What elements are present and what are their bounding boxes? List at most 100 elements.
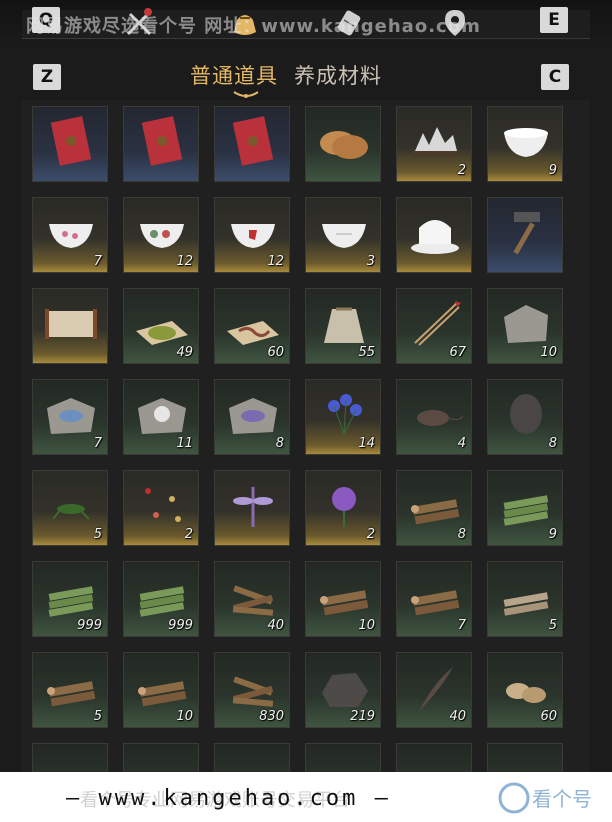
item-quantity: 5 [93,527,102,542]
wood-logs-icon [314,570,374,622]
painting-scroll-icon [41,297,101,349]
grasshopper-icon [41,479,101,531]
inventory-slot[interactable]: 11 [123,379,199,455]
inventory-slot[interactable] [487,197,563,273]
pouch-icon[interactable] [228,6,262,40]
tab-common-items[interactable]: 普通道具 [190,60,278,90]
inventory-slot[interactable]: 60 [487,652,563,728]
inventory-slot[interactable]: 60 [214,288,290,364]
hotkey-z[interactable]: Z [33,64,61,90]
hotkey-q[interactable]: Q [32,7,60,33]
inventory-slot[interactable]: 999 [123,561,199,637]
red-envelope-icon [132,115,192,167]
purple-flower-icon [314,479,374,531]
inventory-slot[interactable]: 3 [305,197,381,273]
inventory-slot[interactable]: 10 [487,288,563,364]
item-quantity: 9 [548,163,557,178]
inventory-slot[interactable] [396,197,472,273]
inventory-slot[interactable]: 4 [396,379,472,455]
item-quantity: 14 [358,436,375,451]
item-quantity: 2 [457,163,466,178]
inventory-slot[interactable] [123,106,199,182]
inventory-slot[interactable]: 67 [396,288,472,364]
inventory-slot[interactable]: 10 [123,652,199,728]
dark-egg-icon [496,388,556,440]
item-quantity: 4 [457,436,466,451]
item-quantity: 5 [548,618,557,633]
item-quantity: 999 [77,618,102,633]
inventory-slot[interactable] [305,106,381,182]
item-quantity: 3 [366,254,375,269]
footer-url: — www.kangehao.com — [66,786,391,811]
inventory-slot[interactable]: 2 [305,470,381,546]
item-quantity: 12 [176,254,193,269]
map-pin-icon[interactable] [438,6,472,40]
inventory-slot[interactable]: 2 [123,470,199,546]
inventory-slot[interactable] [32,288,108,364]
porcelain-bowl-icon [496,115,556,167]
inventory-slot[interactable]: 12 [123,197,199,273]
inventory-slot[interactable]: 5 [487,561,563,637]
item-quantity: 10 [358,618,375,633]
tab-growth-materials[interactable]: 养成材料 [294,60,382,90]
inventory-slot[interactable] [32,106,108,182]
item-quantity: 60 [267,345,284,360]
inventory-slot[interactable]: 7 [32,197,108,273]
site-logo: 看个号 [498,782,592,814]
item-quantity: 8 [548,436,557,451]
inventory-slot[interactable]: 9 [487,470,563,546]
hotkey-e[interactable]: E [540,7,568,33]
inventory-slot[interactable]: 219 [305,652,381,728]
stone-landscape-icon [405,115,465,167]
rat-icon [405,388,465,440]
item-quantity: 10 [176,709,193,724]
mural-stone-blue-icon [41,388,101,440]
hotkey-c[interactable]: C [541,64,569,90]
inventory-slot[interactable]: 14 [305,379,381,455]
inventory-slot[interactable]: 830 [214,652,290,728]
item-quantity: 67 [449,345,466,360]
inventory-slot[interactable]: 7 [32,379,108,455]
item-quantity: 7 [93,254,102,269]
herb-powder-icon [132,297,192,349]
wood-logs-icon [132,661,192,713]
inventory-slot[interactable]: 5 [32,652,108,728]
scroll-icon[interactable] [332,6,366,40]
inventory-slot[interactable]: 55 [305,288,381,364]
svg-text:看个号: 看个号 [532,787,592,811]
weapons-icon[interactable] [122,6,156,40]
item-quantity: 7 [93,436,102,451]
covered-tea-bowl-icon [405,206,465,258]
porcelain-bowl-plain-icon [314,206,374,258]
inventory-slot[interactable]: 999 [32,561,108,637]
bamboo-bundle-icon [41,570,101,622]
inventory-slot[interactable]: 5 [32,470,108,546]
inventory-grid: 2 9 7 12 12 3 49 60 55 67 10 7 11 8 14 4 8 5 2 2 8 9 999 999 40 1… [22,100,590,780]
inventory-slot[interactable]: 10 [305,561,381,637]
bamboo-bundle-icon [132,570,192,622]
bamboo-bundle-icon [496,479,556,531]
inventory-slot[interactable]: 40 [396,652,472,728]
inventory-slot[interactable]: 8 [214,379,290,455]
item-quantity: 10 [540,345,557,360]
inventory-slot[interactable]: 49 [123,288,199,364]
inventory-slot[interactable]: 2 [396,106,472,182]
active-tab-indicator [233,91,259,98]
inventory-slot[interactable]: 40 [214,561,290,637]
item-quantity: 219 [350,709,375,724]
inventory-slot[interactable]: 7 [396,561,472,637]
red-envelope-icon [41,115,101,167]
inventory-slot[interactable]: 8 [396,470,472,546]
inventory-slot[interactable]: 9 [487,106,563,182]
worm-on-paper-icon [223,297,283,349]
item-quantity: 49 [176,345,193,360]
item-quantity: 11 [176,436,193,451]
inventory-slot[interactable] [214,470,290,546]
item-quantity: 9 [548,527,557,542]
wood-logs-icon [405,479,465,531]
inventory-tabs: 普通道具 养成材料 [190,60,382,90]
inventory-slot[interactable]: 12 [214,197,290,273]
inventory-slot[interactable] [214,106,290,182]
inventory-slot[interactable]: 8 [487,379,563,455]
arrows-icon [405,297,465,349]
